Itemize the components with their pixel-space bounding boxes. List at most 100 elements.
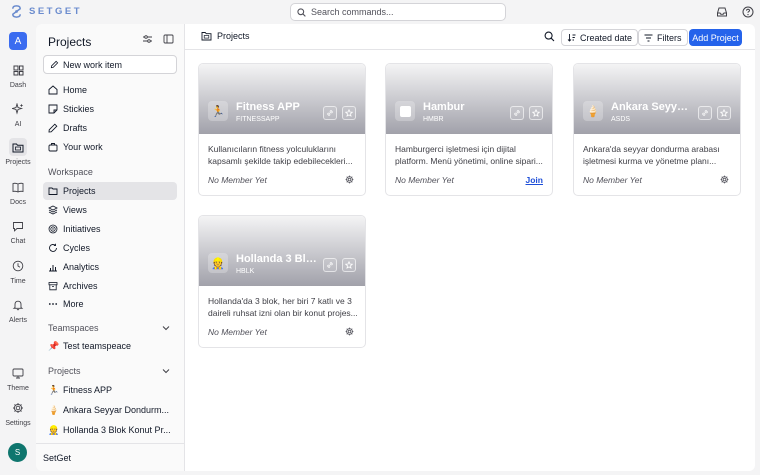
rail-item-ai[interactable]: AI	[0, 100, 36, 128]
description-line: Hamburgerci işletmesi için dijital	[395, 144, 516, 154]
join-button[interactable]: Join	[526, 175, 543, 185]
sidebar-item-label: Archives	[63, 281, 98, 291]
sidebar-project-ankara[interactable]: 🍦 Ankara Seyyar Dondurm...	[43, 401, 177, 419]
link-icon[interactable]	[323, 258, 337, 272]
sidebar-item-analytics[interactable]: Analytics	[43, 258, 177, 276]
sidebar-footer[interactable]: SetGet	[36, 443, 184, 471]
sidebar-toggle-icon[interactable]	[163, 34, 174, 44]
inbox-icon[interactable]	[714, 4, 730, 20]
project-card[interactable]: 🍦 Ankara Seyyar ... ASDS Ankara'da seyya…	[573, 63, 741, 196]
chat-icon	[9, 217, 27, 235]
help-icon[interactable]	[740, 4, 756, 20]
project-card[interactable]: Hambur HMBR Hamburgerci işletmesi için d…	[385, 63, 553, 196]
sidebar-project-hollanda[interactable]: 👷 Hollanda 3 Blok Konut Pr...	[43, 421, 177, 439]
home-icon	[48, 85, 58, 95]
project-icon: 🍦	[583, 101, 603, 121]
sidebar-item-more[interactable]: More	[43, 295, 177, 313]
breadcrumb: Projects	[201, 31, 250, 41]
rail-item-dash[interactable]: Dash	[0, 61, 36, 89]
description-line: Kullanıcıların fitness yolculuklarını	[208, 144, 337, 154]
pencil-icon	[48, 123, 58, 133]
new-work-item-button[interactable]: New work item	[43, 55, 177, 74]
star-icon[interactable]	[342, 258, 356, 272]
member-status: No Member Yet	[208, 175, 267, 185]
project-card[interactable]: 🏃 Fitness APP FITNESSAPP Kullanıcıların …	[198, 63, 366, 196]
rail-item-theme[interactable]: Theme	[0, 364, 36, 392]
projects-section-label: Projects	[48, 366, 81, 376]
gear-icon[interactable]	[345, 327, 354, 336]
logo-text: SETGET	[29, 6, 83, 17]
rail-label: Dash	[9, 82, 27, 89]
sliders-icon[interactable]	[142, 34, 153, 44]
sidebar-item-label: Drafts	[63, 123, 88, 133]
sticky-icon	[48, 104, 58, 114]
sidebar-item-label: Stickies	[63, 104, 95, 114]
sidebar-item-label: Views	[63, 205, 87, 215]
description-line: daireli ruhsat izni olan bir konut proje…	[208, 308, 358, 318]
link-icon[interactable]	[323, 106, 337, 120]
project-description: Kullanıcıların fitness yolculuklarını ka…	[208, 143, 358, 167]
project-description: Hollanda'da 3 blok, her biri 7 katlı ve …	[208, 295, 358, 319]
project-emoji: 🏃	[211, 105, 225, 118]
sidebar-item-initiatives[interactable]: Initiatives	[43, 220, 177, 238]
edit-icon	[50, 60, 59, 69]
sidebar: Projects New work item Home Stickies Dra…	[36, 24, 185, 471]
chart-icon	[48, 262, 58, 272]
star-icon[interactable]	[717, 106, 731, 120]
chevron-down-icon[interactable]	[162, 325, 170, 331]
sort-button[interactable]: Created date	[561, 29, 639, 46]
description-line: Hollanda'da 3 blok, her biri 7 katlı ve …	[208, 296, 352, 306]
link-icon[interactable]	[698, 106, 712, 120]
description-line: platform. Menü yönetimi, online sipari..…	[395, 156, 543, 166]
star-icon[interactable]	[342, 106, 356, 120]
sidebar-title: Projects	[48, 35, 92, 49]
app-rail: A Dash AI Projects Docs Chat Time Alerts…	[0, 24, 36, 475]
gear-icon[interactable]	[345, 175, 354, 184]
sidebar-item-label: Fitness APP	[63, 385, 113, 395]
sidebar-item-your-work[interactable]: Your work	[43, 138, 177, 156]
app-logo[interactable]: SETGET	[10, 5, 82, 18]
search-input[interactable]	[311, 7, 491, 17]
description-line: işletmesi kurma ve yönetme planı...	[583, 156, 717, 166]
sidebar-item-label: Test teamspeace	[63, 341, 132, 351]
description-line: kapsamlı şekilde takip edebilecekleri...	[208, 156, 353, 166]
rail-item-settings[interactable]: Settings	[0, 399, 36, 427]
star-icon[interactable]	[529, 106, 543, 120]
rail-item-chat[interactable]: Chat	[0, 217, 36, 245]
add-project-button[interactable]: Add Project	[689, 29, 742, 46]
rail-label: Theme	[7, 385, 29, 392]
rail-item-docs[interactable]: Docs	[0, 178, 36, 206]
sidebar-item-stickies[interactable]: Stickies	[43, 100, 177, 118]
filters-button[interactable]: Filters	[638, 29, 688, 46]
sidebar-teamspace-item[interactable]: 📌 Test teamspeace	[43, 337, 177, 355]
sidebar-item-drafts[interactable]: Drafts	[43, 119, 177, 137]
sidebar-item-cycles[interactable]: Cycles	[43, 239, 177, 257]
sidebar-item-views[interactable]: Views	[43, 201, 177, 219]
rail-item-time[interactable]: Time	[0, 257, 36, 285]
project-name: Hambur	[423, 101, 465, 113]
sparkles-icon	[9, 100, 27, 118]
clock-icon	[9, 257, 27, 275]
project-card[interactable]: 👷 Hollanda 3 Blok... HBLK Hollanda'da 3 …	[198, 215, 366, 348]
workspace-avatar[interactable]: A	[9, 32, 27, 50]
command-search[interactable]	[290, 3, 506, 21]
project-description: Ankara'da seyyar dondurma arabası işletm…	[583, 143, 733, 167]
card-banner	[574, 64, 740, 134]
rail-item-projects[interactable]: Projects	[0, 138, 36, 166]
sidebar-project-fitness[interactable]: 🏃 Fitness APP	[43, 381, 177, 399]
sidebar-item-home[interactable]: Home	[43, 81, 177, 99]
top-bar: SETGET	[0, 0, 760, 24]
sidebar-item-label: Ankara Seyyar Dondurm...	[63, 405, 170, 415]
sidebar-item-projects[interactable]: Projects	[43, 182, 177, 200]
gear-icon[interactable]	[720, 175, 729, 184]
sidebar-item-label: Your work	[63, 142, 103, 152]
rail-item-alerts[interactable]: Alerts	[0, 296, 36, 324]
project-emoji: 👷	[211, 257, 225, 270]
chevron-down-icon[interactable]	[162, 368, 170, 374]
breadcrumb-label: Projects	[217, 31, 250, 41]
sidebar-item-archives[interactable]: Archives	[43, 277, 177, 295]
link-icon[interactable]	[510, 106, 524, 120]
construction-worker-icon: 👷	[48, 424, 60, 435]
user-avatar[interactable]: S	[8, 443, 27, 462]
search-icon[interactable]	[544, 31, 555, 42]
